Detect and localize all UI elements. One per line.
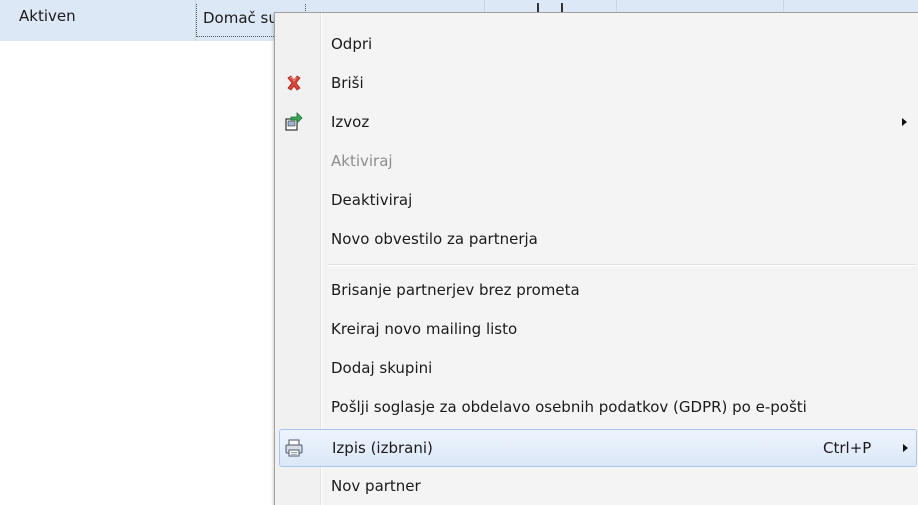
menu-item-label: Nov partner xyxy=(331,477,421,495)
menu-item-label: Izpis (izbrani) xyxy=(332,439,433,457)
screen: Aktiven Domač su Odpri Briši Izvoz Aktiv… xyxy=(0,0,918,505)
menu-item-shortcut: Ctrl+P xyxy=(823,439,872,457)
menu-item-label: Deaktiviraj xyxy=(331,191,413,209)
menu-item-odpri[interactable]: Odpri xyxy=(275,25,918,63)
printer-icon xyxy=(284,438,304,458)
menu-item-aktiviraj: Aktiviraj xyxy=(275,142,918,180)
menu-item-nov-partner[interactable]: Nov partner xyxy=(275,467,918,505)
menu-item-kreiraj-mailing-listo[interactable]: Kreiraj novo mailing listo xyxy=(275,310,918,348)
menu-item-izvoz[interactable]: Izvoz xyxy=(275,103,918,141)
menu-item-izpis-izbrani[interactable]: Izpis (izbrani) Ctrl+P xyxy=(279,429,917,467)
menu-item-label: Briši xyxy=(331,74,364,92)
export-icon xyxy=(284,112,304,132)
menu-item-poslji-soglasje-gdpr[interactable]: Pošlji soglasje za obdelavo osebnih poda… xyxy=(275,388,918,426)
menu-item-brisanje-partnerjev[interactable]: Brisanje partnerjev brez prometa xyxy=(275,271,918,309)
submenu-arrow-icon xyxy=(902,118,907,126)
menu-item-label: Dodaj skupini xyxy=(331,359,433,377)
submenu-arrow-icon xyxy=(903,444,908,452)
delete-x-icon xyxy=(284,73,304,93)
menu-item-label: Aktiviraj xyxy=(331,152,393,170)
menu-item-label: Brisanje partnerjev brez prometa xyxy=(331,281,580,299)
menu-item-label: Kreiraj novo mailing listo xyxy=(331,320,518,338)
grid-cell-status[interactable]: Aktiven xyxy=(0,0,196,41)
menu-item-label: Odpri xyxy=(331,35,373,53)
menu-item-deaktiviraj[interactable]: Deaktiviraj xyxy=(275,181,918,219)
menu-item-brisi[interactable]: Briši xyxy=(275,64,918,102)
context-menu: Odpri Briši Izvoz Aktiviraj Deaktiviraj … xyxy=(274,12,918,505)
menu-separator xyxy=(328,264,916,266)
menu-item-label: Izvoz xyxy=(331,113,370,131)
menu-item-dodaj-skupini[interactable]: Dodaj skupini xyxy=(275,349,918,387)
menu-item-label: Pošlji soglasje za obdelavo osebnih poda… xyxy=(331,398,807,416)
menu-item-novo-obvestilo[interactable]: Novo obvestilo za partnerja xyxy=(275,220,918,258)
menu-item-label: Novo obvestilo za partnerja xyxy=(331,230,538,248)
